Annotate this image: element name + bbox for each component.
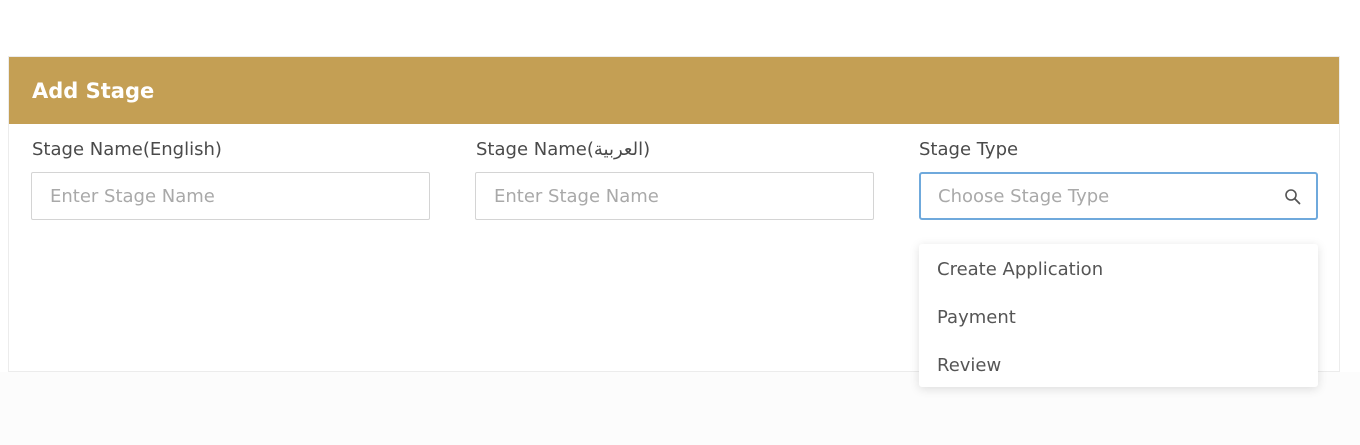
stage-type-label: Stage Type (919, 139, 1019, 160)
stage-name-english-label: Stage Name(English) (32, 139, 222, 160)
stage-name-arabic-input[interactable] (475, 172, 874, 220)
stage-type-placeholder: Choose Stage Type (938, 186, 1110, 207)
stage-name-arabic-label: Stage Name(العربية) (476, 139, 651, 160)
stage-name-english-input[interactable] (31, 172, 430, 220)
dropdown-option-create-application[interactable]: Create Application (937, 258, 1103, 282)
stage-type-dropdown: Create Application Payment Review (919, 244, 1318, 387)
dropdown-option-review[interactable]: Review (937, 354, 1001, 378)
search-icon (1284, 188, 1302, 206)
card-title: Add Stage (32, 79, 155, 103)
stage-type-select[interactable]: Choose Stage Type (919, 172, 1318, 220)
dropdown-option-payment[interactable]: Payment (937, 306, 1016, 330)
card-header: Add Stage (9, 57, 1339, 124)
